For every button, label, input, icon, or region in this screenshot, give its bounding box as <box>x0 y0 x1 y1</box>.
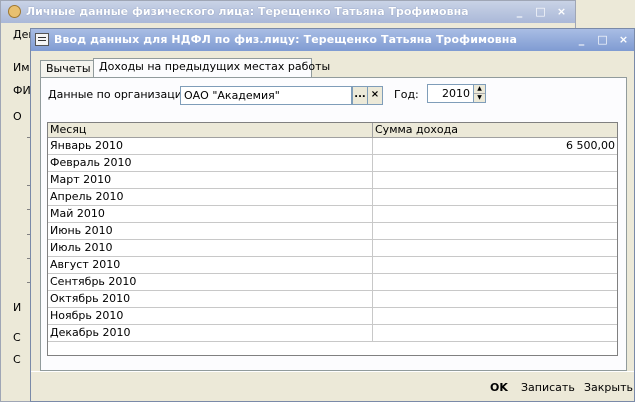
bg-tab-o[interactable]: О <box>13 110 22 123</box>
year-spinner[interactable]: ▲ ▼ <box>473 84 486 103</box>
form-icon <box>35 33 49 46</box>
cell-month[interactable]: Июнь 2010 <box>48 223 373 239</box>
table-row[interactable]: Август 2010 <box>48 257 617 274</box>
cell-amount[interactable] <box>373 172 617 188</box>
cell-month[interactable]: Ноябрь 2010 <box>48 308 373 324</box>
footer-divider <box>31 371 634 372</box>
bg-label-fio: ФИ <box>13 84 31 97</box>
cell-month[interactable]: Июль 2010 <box>48 240 373 256</box>
bg-label-name: Им <box>13 61 30 74</box>
tab-previous-income[interactable]: Доходы на предыдущих местах работы <box>93 58 330 77</box>
tab-deductions[interactable]: Вычеты <box>40 60 94 77</box>
column-header-month[interactable]: Месяц <box>48 123 373 137</box>
background-titlebar: Личные данные физического лица: Терещенк… <box>1 1 575 23</box>
cell-amount[interactable] <box>373 291 617 307</box>
cell-amount[interactable] <box>373 325 617 341</box>
minimize-button[interactable]: _ <box>573 32 590 47</box>
cell-amount[interactable] <box>373 257 617 273</box>
table-row[interactable]: Май 2010 <box>48 206 617 223</box>
table-row[interactable]: Июль 2010 <box>48 240 617 257</box>
maximize-button[interactable]: □ <box>594 32 611 47</box>
ok-button[interactable]: OK <box>490 379 508 396</box>
cell-month[interactable]: Февраль 2010 <box>48 155 373 171</box>
org-clear-button[interactable]: × <box>367 86 383 105</box>
table-row[interactable]: Июнь 2010 <box>48 223 617 240</box>
ndfl-dialog: Ввод данных для НДФЛ по физ.лицу: Тереще… <box>30 28 635 402</box>
write-button[interactable]: Записать <box>521 379 575 396</box>
bg-label-c1: С <box>13 331 21 344</box>
spin-up-icon[interactable]: ▲ <box>474 85 485 94</box>
cell-month[interactable]: Январь 2010 <box>48 138 373 154</box>
cell-amount[interactable] <box>373 223 617 239</box>
year-input[interactable]: 2010 <box>427 84 475 103</box>
cell-amount[interactable] <box>373 308 617 324</box>
table-row[interactable]: Октябрь 2010 <box>48 291 617 308</box>
bg-label-c2: С <box>13 353 21 366</box>
income-table[interactable]: Месяц Сумма дохода Январь 2010 6 500,00 Фе… <box>47 122 618 356</box>
table-body: Январь 2010 6 500,00 Февраль 2010 Март 2010… <box>48 138 617 342</box>
table-row[interactable]: Декабрь 2010 <box>48 325 617 342</box>
cell-month[interactable]: Декабрь 2010 <box>48 325 373 341</box>
organization-input[interactable]: ОАО "Академия" <box>180 86 352 105</box>
table-row[interactable]: Март 2010 <box>48 172 617 189</box>
person-icon <box>8 5 21 18</box>
bg-minimize-button[interactable]: _ <box>511 4 528 19</box>
cell-month[interactable]: Май 2010 <box>48 206 373 222</box>
cell-amount[interactable] <box>373 240 617 256</box>
cell-month[interactable]: Март 2010 <box>48 172 373 188</box>
bg-label-i: И <box>13 301 22 314</box>
cell-month[interactable]: Апрель 2010 <box>48 189 373 205</box>
table-row[interactable]: Сентябрь 2010 <box>48 274 617 291</box>
table-row[interactable]: Апрель 2010 <box>48 189 617 206</box>
close-dialog-button[interactable]: Закрыть <box>584 379 633 396</box>
cell-amount[interactable] <box>373 155 617 171</box>
cell-amount[interactable] <box>373 189 617 205</box>
background-title: Личные данные физического лица: Терещенк… <box>26 5 469 18</box>
table-row[interactable]: Ноябрь 2010 <box>48 308 617 325</box>
cell-amount[interactable] <box>373 206 617 222</box>
table-row[interactable]: Февраль 2010 <box>48 155 617 172</box>
column-header-amount[interactable]: Сумма дохода <box>373 123 617 137</box>
table-row[interactable]: Январь 2010 6 500,00 <box>48 138 617 155</box>
org-select-button[interactable]: ... <box>352 86 368 105</box>
cell-month[interactable]: Сентябрь 2010 <box>48 274 373 290</box>
close-button[interactable]: × <box>615 32 632 47</box>
dialog-title: Ввод данных для НДФЛ по физ.лицу: Тереще… <box>54 33 518 46</box>
bg-close-button[interactable]: × <box>553 4 570 19</box>
bg-maximize-button[interactable]: □ <box>532 4 549 19</box>
org-label: Данные по организации: <box>48 88 193 101</box>
year-label: Год: <box>394 88 419 101</box>
spin-down-icon[interactable]: ▼ <box>474 94 485 102</box>
cell-month[interactable]: Август 2010 <box>48 257 373 273</box>
cell-amount[interactable]: 6 500,00 <box>373 138 617 154</box>
cell-month[interactable]: Октябрь 2010 <box>48 291 373 307</box>
table-header: Месяц Сумма дохода <box>48 123 617 138</box>
cell-amount[interactable] <box>373 274 617 290</box>
dialog-titlebar[interactable]: Ввод данных для НДФЛ по физ.лицу: Тереще… <box>31 29 634 51</box>
